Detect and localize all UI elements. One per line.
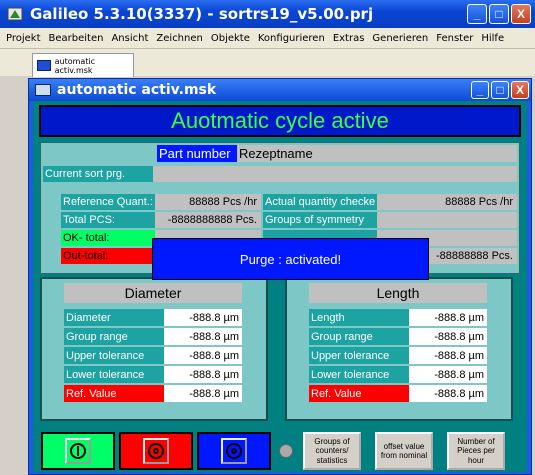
purge-popup: Purge : activated! (152, 238, 429, 280)
offset-value-button[interactable]: offset value from nominal (375, 432, 433, 470)
tab-label: automatic activ.msk (54, 56, 96, 75)
mask-client-area: Auotmatic cycle active Part number Rezep… (33, 101, 527, 472)
groups-symmetry-value (377, 212, 517, 228)
length-lower-tol-label: Lower tolerance (309, 366, 409, 383)
app-window-controls: _ □ X (467, 4, 531, 24)
pause-icon-frame (221, 438, 247, 464)
menu-bar: Projekt Bearbeiten Ansicht Zeichnen Obje… (0, 28, 535, 48)
groups-counters-button[interactable]: Groups of counters/ statistics (303, 432, 361, 470)
part-number-label: Part number (157, 145, 237, 162)
diameter-row-value: -888.8 µm (164, 309, 242, 326)
stop-button[interactable] (119, 432, 193, 470)
status-banner: Auotmatic cycle active (39, 105, 521, 137)
app-icon (7, 7, 23, 21)
out-total-label: Out-total: (61, 248, 155, 264)
diameter-header: Diameter (64, 283, 242, 303)
menu-ansicht[interactable]: Ansicht (107, 33, 152, 44)
ref-quant-value: 88888 Pcs /hr (155, 194, 261, 210)
inner-title: automatic activ.msk (57, 82, 217, 98)
pause-icon (226, 443, 242, 459)
length-lower-tol-value: -888.8 µm (409, 366, 487, 383)
actual-qty-value: 88888 Pcs /hr (377, 194, 517, 210)
diameter-group-range-value: -888.8 µm (164, 328, 242, 345)
length-upper-tol-label: Upper tolerance (309, 347, 409, 364)
length-header: Length (309, 283, 487, 303)
menu-generieren[interactable]: Generieren (368, 33, 432, 44)
minimize-icon[interactable]: _ (467, 4, 487, 24)
inner-window-controls: _ □ X (471, 81, 529, 99)
stop-icon-frame (143, 438, 169, 464)
menu-zeichnen[interactable]: Zeichnen (152, 33, 206, 44)
diameter-upper-tol-label: Upper tolerance (64, 347, 164, 364)
inner-titlebar: automatic activ.msk _ □ X (29, 79, 531, 101)
sort-prg-label: Current sort prg. (43, 166, 153, 182)
diameter-lower-tol-label: Lower tolerance (64, 366, 164, 383)
menu-bearbeiten[interactable]: Bearbeiten (45, 33, 108, 44)
length-row-label: Length (309, 309, 409, 326)
length-group-range-value: -888.8 µm (409, 328, 487, 345)
length-panel: Length Length -888.8 µm Group range -888… (285, 277, 513, 421)
app-titlebar: Galileo 5.3.10(3337) - sortrs19_v5.00.pr… (0, 0, 535, 28)
total-pcs-label: Total PCS: (61, 212, 155, 228)
start-icon (70, 443, 86, 459)
diameter-group-range-label: Group range (64, 328, 164, 345)
diameter-panel: Diameter Diameter -888.8 µm Group range … (40, 277, 268, 421)
close-icon[interactable]: X (511, 4, 531, 24)
stop-icon (148, 443, 164, 459)
maximize-icon[interactable]: □ (489, 4, 509, 24)
window-icon (35, 84, 51, 96)
menu-konfigurieren[interactable]: Konfigurieren (254, 33, 329, 44)
length-row-value: -888.8 µm (409, 309, 487, 326)
maximize-icon[interactable]: □ (491, 81, 509, 99)
menu-hilfe[interactable]: Hilfe (477, 33, 508, 44)
window-icon (37, 60, 51, 71)
pieces-per-hour-button[interactable]: Number of Pieces per hour (447, 432, 505, 470)
menu-projekt[interactable]: Projekt (2, 33, 45, 44)
close-icon[interactable]: X (511, 81, 529, 99)
ref-quant-label: Reference Quant.: (61, 194, 155, 210)
diameter-lower-tol-value: -888.8 µm (164, 366, 242, 383)
length-ref-value-label: Ref. Value (309, 385, 409, 402)
minimize-icon[interactable]: _ (471, 81, 489, 99)
total-pcs-value: -8888888888 Pcs. (155, 212, 261, 228)
sort-prg-value (153, 166, 517, 182)
tab-automatic-activ[interactable]: automatic activ.msk (32, 53, 134, 77)
led-indicator (279, 444, 293, 458)
length-upper-tol-value: -888.8 µm (409, 347, 487, 364)
pause-button[interactable] (197, 432, 271, 470)
menu-objekte[interactable]: Objekte (207, 33, 254, 44)
part-number-value: Rezeptname (237, 145, 517, 162)
length-ref-value: -888.8 µm (409, 385, 487, 402)
diameter-ref-value-label: Ref. Value (64, 385, 164, 402)
diameter-upper-tol-value: -888.8 µm (164, 347, 242, 364)
length-group-range-label: Group range (309, 328, 409, 345)
ok-total-label: OK- total: (61, 230, 155, 246)
menu-extras[interactable]: Extras (329, 33, 369, 44)
control-button-bar: Groups of counters/ statistics offset va… (33, 430, 527, 472)
diameter-row-label: Diameter (64, 309, 164, 326)
groups-symmetry-label: Groups of symmetry (263, 212, 377, 228)
start-button[interactable] (41, 432, 115, 470)
app-title: Galileo 5.3.10(3337) - sortrs19_v5.00.pr… (30, 5, 374, 23)
diameter-ref-value: -888.8 µm (164, 385, 242, 402)
menu-fenster[interactable]: Fenster (432, 33, 477, 44)
start-icon-frame (65, 438, 91, 464)
document-tabstrip: automatic activ.msk (0, 48, 535, 77)
actual-qty-label: Actual quantity checke (263, 194, 377, 210)
